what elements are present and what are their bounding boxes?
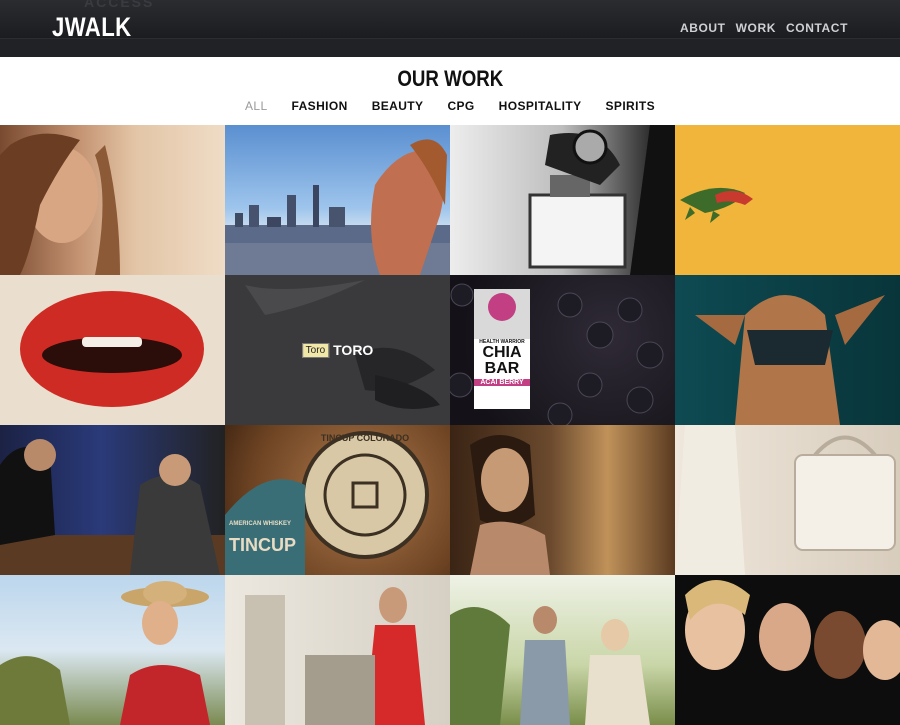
couple-image (450, 606, 650, 725)
bar-scene-image (0, 439, 225, 575)
header-band (0, 38, 900, 57)
toro-tooltip: Toro (301, 342, 330, 358)
main-nav: ABOUT WORK CONTACT (680, 21, 848, 35)
toro-caption: Toro TORO (301, 342, 374, 358)
site-header: ACCESS JWALK ABOUT WORK CONTACT (0, 0, 900, 57)
filter-beauty[interactable]: BEAUTY (372, 99, 424, 113)
filter-spirits[interactable]: SPIRITS (606, 99, 655, 113)
filter-hospitality[interactable]: HOSPITALITY (499, 99, 582, 113)
tincup-ring-text: TINCUP COLORADO (320, 433, 410, 443)
work-tile-perfume-bottle[interactable] (450, 125, 675, 275)
work-tile-faces[interactable] (675, 575, 900, 725)
crocodile-image (680, 187, 753, 223)
beach-hat-image (0, 581, 210, 725)
tincup-sub-text: AMERICAN WHISKEY (229, 521, 292, 527)
beauty-woman-image (470, 435, 550, 575)
work-tile-tincup[interactable]: TINCUP COLORADO TINCUP AMERICAN WHISKEY (225, 425, 450, 575)
chia-text: HEALTH WARRIOR CHIA BAR ACAI BERRY (474, 339, 530, 386)
work-tile-chia-bar[interactable]: HEALTH WARRIOR CHIA BAR ACAI BERRY (450, 275, 675, 425)
city-image (225, 139, 450, 275)
page-title-text: OUR WORK (397, 66, 503, 91)
work-tile-beach-hat[interactable] (0, 575, 225, 725)
filter-all[interactable]: ALL (245, 99, 268, 113)
lips-image (20, 291, 204, 407)
nav-contact[interactable]: CONTACT (786, 21, 848, 35)
filter-cpg[interactable]: CPG (447, 99, 474, 113)
chia-line1: CHIA (482, 344, 522, 361)
work-tile-lips[interactable] (0, 275, 225, 425)
work-tile-fitness[interactable] (675, 275, 900, 425)
fitness-image (695, 295, 885, 425)
work-tile-city-skyline[interactable] (225, 125, 450, 275)
work-grid: Toro TORO HEALTH WARRIOR CHIA BAR ACAI B… (0, 125, 900, 725)
filter-fashion[interactable]: FASHION (292, 99, 348, 113)
tincup-side-text: TINCUP (229, 535, 296, 555)
work-tile-bar-scene[interactable] (0, 425, 225, 575)
faces-image (685, 580, 900, 680)
logo[interactable]: JWALK (52, 12, 132, 43)
work-tile-beauty-woman[interactable] (450, 425, 675, 575)
work-tile-couple-outdoors[interactable] (450, 575, 675, 725)
chia-line2: BAR (484, 360, 520, 377)
header-ghost-text: ACCESS (84, 0, 155, 10)
work-tile-portrait-woman[interactable] (0, 125, 225, 275)
work-tile-handbag[interactable] (675, 425, 900, 575)
nav-work[interactable]: WORK (736, 21, 776, 35)
bottle-image (528, 125, 675, 275)
work-tile-toro[interactable]: Toro TORO (225, 275, 450, 425)
nav-about[interactable]: ABOUT (680, 21, 726, 35)
red-dress-image (245, 587, 425, 725)
filter-bar: ALL FASHION BEAUTY CPG HOSPITALITY SPIRI… (0, 99, 900, 113)
page-title: OUR WORK (0, 66, 900, 92)
work-tile-lacoste[interactable] (675, 125, 900, 275)
toro-label: TORO (333, 342, 374, 358)
handbag-image (675, 425, 896, 575)
portrait-image (0, 133, 120, 275)
chia-flavor: ACAI BERRY (474, 379, 530, 386)
work-tile-red-dress[interactable] (225, 575, 450, 725)
